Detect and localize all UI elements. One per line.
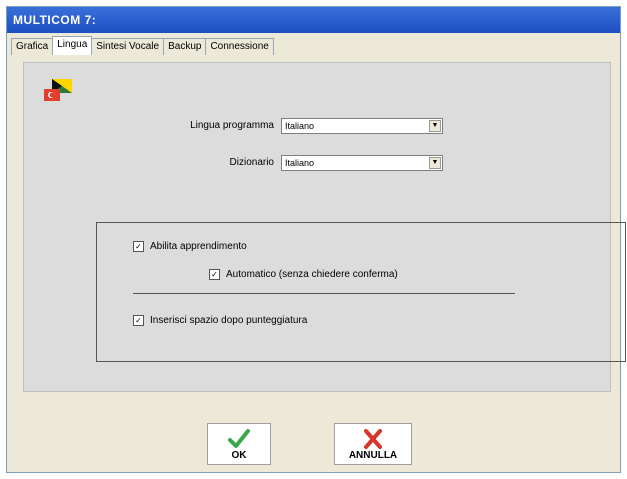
checkmark-icon [228, 428, 250, 448]
automatic-checkbox-row[interactable]: ✓ Automatico (senza chiedere conferma) [209, 269, 398, 280]
tab-backup[interactable]: Backup [163, 38, 207, 55]
options-divider [133, 293, 515, 294]
program-language-select[interactable]: Italiano ▼ [281, 118, 443, 134]
automatic-checkbox[interactable]: ✓ [209, 269, 220, 280]
options-group: ✓ Abilita apprendimento ✓ Automatico (se… [96, 222, 626, 362]
settings-window: MULTICOM 7: Grafica Lingua Sintesi Vocal… [6, 6, 626, 473]
tab-sintesi-vocale[interactable]: Sintesi Vocale [91, 38, 165, 55]
ok-button[interactable]: OK [207, 423, 271, 465]
dictionary-select[interactable]: Italiano ▼ [281, 155, 443, 171]
automatic-label: Automatico (senza chiedere conferma) [226, 269, 398, 280]
learning-checkbox-row[interactable]: ✓ Abilita apprendimento [133, 241, 247, 252]
space-checkbox[interactable]: ✓ [133, 315, 144, 326]
tab-lingua[interactable]: Lingua [52, 36, 93, 55]
language-flags-icon [44, 79, 72, 101]
chevron-down-icon[interactable]: ▼ [429, 157, 441, 169]
space-label: Inserisci spazio dopo punteggiatura [150, 315, 308, 326]
chevron-down-icon[interactable]: ▼ [429, 120, 441, 132]
cancel-label: ANNULLA [348, 449, 398, 461]
tab-connessione[interactable]: Connessione [205, 38, 274, 55]
close-icon [364, 428, 382, 449]
tab-grafica[interactable]: Grafica [11, 38, 54, 55]
dictionary-value: Italiano [285, 158, 315, 168]
ok-label: OK [231, 449, 247, 461]
tab-bar: Grafica Lingua Sintesi Vocale Backup Con… [11, 36, 274, 56]
dictionary-label: Dizionario [229, 157, 274, 168]
program-language-value: Italiano [285, 121, 315, 131]
language-panel: Lingua programma Italiano ▼ Dizionario I… [23, 62, 626, 392]
space-checkbox-row[interactable]: ✓ Inserisci spazio dopo punteggiatura [133, 315, 307, 326]
cancel-button[interactable]: ANNULLA [334, 423, 412, 465]
program-language-label: Lingua programma [190, 120, 274, 131]
learning-checkbox[interactable]: ✓ [133, 241, 144, 252]
window-title: MULTICOM 7: [7, 7, 620, 33]
learning-label: Abilita apprendimento [150, 241, 247, 252]
